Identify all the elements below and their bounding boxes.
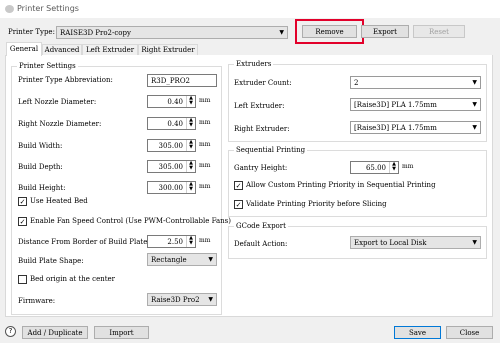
unit-label: mm [402, 163, 414, 170]
fan-speed-label: Enable Fan Speed Control (Use PWM-Contro… [30, 217, 231, 225]
gantry-height-label: Gantry Height: [234, 164, 288, 172]
right-extruder-label: Right Extruder: [234, 125, 290, 133]
right-nozzle-label: Right Nozzle Diameter: [18, 120, 102, 128]
sequential-printing-title: Sequential Printing [234, 146, 308, 155]
reset-button[interactable]: Reset [413, 25, 465, 38]
spin-arrows-icon[interactable]: ▲ ▼ [186, 118, 195, 129]
distance-spinbox[interactable]: 2.50 ▲ ▼ [147, 235, 196, 248]
plate-shape-value: Rectangle [151, 256, 187, 264]
distance-value: 2.50 [167, 238, 183, 246]
left-nozzle-label: Left Nozzle Diameter: [18, 98, 97, 106]
unit-label: mm [199, 119, 211, 126]
gantry-height-value: 65.00 [365, 164, 386, 172]
chevron-down-icon: ▼ [208, 256, 213, 263]
spin-arrows-icon[interactable]: ▲ ▼ [186, 236, 195, 247]
build-depth-value: 305.00 [158, 163, 184, 171]
window-title: Printer Settings [17, 4, 79, 13]
export-button[interactable]: Export [361, 25, 409, 38]
remove-button[interactable]: Remove [302, 25, 357, 38]
spin-arrows-icon[interactable]: ▲ ▼ [186, 140, 195, 151]
extruder-count-value: 2 [354, 79, 359, 87]
custom-priority-label: Allow Custom Printing Priority in Sequen… [246, 181, 436, 189]
right-nozzle-spinbox[interactable]: 0.40 ▲ ▼ [147, 117, 196, 130]
printer-type-value: RAISE3D Pro2-copy [60, 29, 131, 37]
left-nozzle-value: 0.40 [167, 98, 183, 106]
printer-settings-title: Printer Settings [17, 62, 78, 71]
heated-bed-checkbox[interactable]: ✓ [18, 197, 27, 206]
origin-center-label: Bed origin at the center [30, 275, 116, 283]
unit-label: mm [199, 237, 211, 244]
chevron-down-icon: ▼ [208, 296, 213, 303]
spin-arrows-icon[interactable]: ▲ ▼ [186, 161, 195, 172]
tab-general[interactable]: General [6, 42, 42, 56]
gcode-export-title: GCode Export [234, 222, 288, 231]
chevron-down-icon: ▼ [472, 239, 477, 246]
validate-priority-label: Validate Printing Priority before Slicin… [246, 200, 387, 208]
chevron-down-icon: ▼ [472, 79, 477, 86]
fan-speed-checkbox[interactable]: ✓ [18, 217, 27, 226]
abbreviation-label: Printer Type Abbreviation: [18, 76, 113, 84]
unit-label: mm [199, 141, 211, 148]
distance-label: Distance From Border of Build Plate: [18, 238, 150, 246]
firmware-value: Raise3D Pro2 [151, 296, 200, 304]
build-width-label: Build Width: [18, 142, 63, 150]
build-height-spinbox[interactable]: 300.00 ▲ ▼ [147, 181, 196, 194]
right-nozzle-value: 0.40 [167, 120, 183, 128]
spin-arrows-icon[interactable]: ▲ ▼ [186, 182, 195, 193]
unit-label: mm [199, 183, 211, 190]
extruder-count-select[interactable]: 2 ▼ [350, 76, 481, 89]
build-depth-label: Build Depth: [18, 163, 63, 171]
left-extruder-value: [Raise3D] PLA 1.75mm [354, 101, 437, 109]
abbreviation-input[interactable]: R3D_PRO2 [147, 74, 217, 87]
title-bar: Printer Settings [0, 0, 500, 18]
left-extruder-select[interactable]: [Raise3D] PLA 1.75mm ▼ [350, 98, 481, 111]
build-width-spinbox[interactable]: 305.00 ▲ ▼ [147, 139, 196, 152]
firmware-select[interactable]: Raise3D Pro2 ▼ [147, 293, 217, 306]
chevron-down-icon: ▼ [472, 124, 477, 131]
extruder-count-label: Extruder Count: [234, 79, 292, 87]
firmware-label: Firmware: [18, 297, 56, 305]
left-extruder-label: Left Extruder: [234, 102, 285, 110]
unit-label: mm [199, 162, 211, 169]
build-height-value: 300.00 [158, 184, 184, 192]
origin-center-checkbox[interactable] [18, 275, 27, 284]
build-width-value: 305.00 [158, 142, 184, 150]
chevron-down-icon: ▼ [472, 101, 477, 108]
custom-priority-checkbox[interactable]: ✓ [234, 181, 243, 190]
build-height-label: Build Height: [18, 184, 66, 192]
heated-bed-label: Use Heated Bed [30, 197, 88, 205]
default-action-label: Default Action: [234, 240, 288, 248]
printer-type-select[interactable]: RAISE3D Pro2-copy ▼ [56, 26, 288, 39]
gantry-height-spinbox[interactable]: 65.00 ▲ ▼ [350, 161, 399, 174]
validate-priority-checkbox[interactable]: ✓ [234, 200, 243, 209]
plate-shape-select[interactable]: Rectangle ▼ [147, 253, 217, 266]
help-icon[interactable]: ? [5, 326, 16, 337]
left-nozzle-spinbox[interactable]: 0.40 ▲ ▼ [147, 95, 196, 108]
printer-type-label: Printer Type: [8, 28, 55, 36]
spin-arrows-icon[interactable]: ▲ ▼ [389, 162, 398, 173]
unit-label: mm [199, 97, 211, 104]
default-action-select[interactable]: Export to Local Disk ▼ [350, 236, 481, 249]
right-extruder-value: [Raise3D] PLA 1.75mm [354, 124, 437, 132]
build-depth-spinbox[interactable]: 305.00 ▲ ▼ [147, 160, 196, 173]
import-button[interactable]: Import [94, 326, 149, 339]
plate-shape-label: Build Plate Shape: [18, 257, 84, 265]
close-button[interactable]: Close [446, 326, 493, 339]
right-extruder-select[interactable]: [Raise3D] PLA 1.75mm ▼ [350, 121, 481, 134]
app-icon [5, 5, 14, 13]
spin-arrows-icon[interactable]: ▲ ▼ [186, 96, 195, 107]
save-button[interactable]: Save [394, 326, 441, 339]
default-action-value: Export to Local Disk [354, 239, 427, 247]
add-duplicate-button[interactable]: Add / Duplicate [22, 326, 88, 339]
chevron-down-icon: ▼ [279, 29, 284, 36]
extruders-title: Extruders [234, 60, 274, 69]
